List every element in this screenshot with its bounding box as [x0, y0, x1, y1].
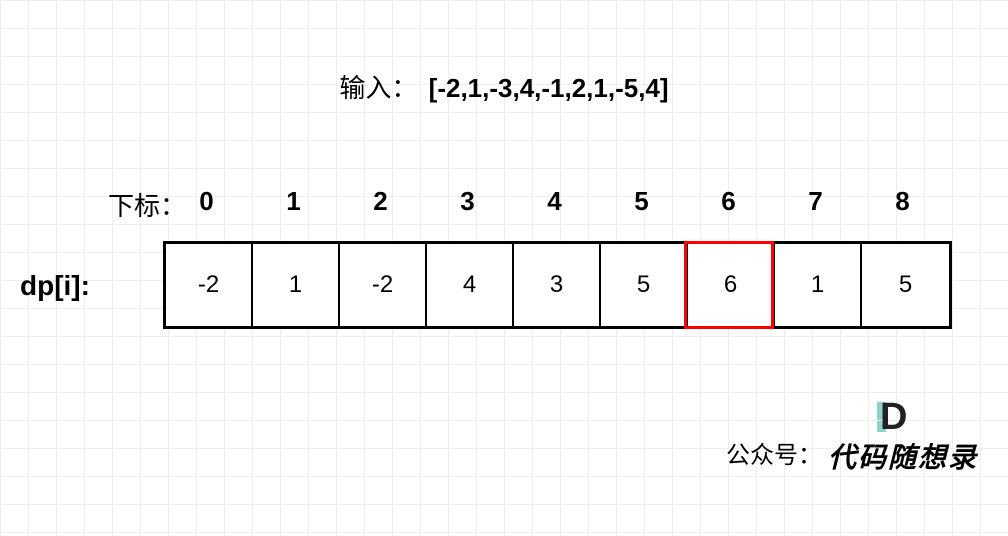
index-cell: 1	[250, 186, 337, 217]
dp-cell: 5	[601, 244, 688, 326]
dp-cell: 5	[862, 244, 949, 326]
index-row: 0 1 2 3 4 5 6 7 8	[163, 186, 946, 217]
diagram-content: 输入： [-2,1,-3,4,-1,2,1,-5,4] 下标： 0 1 2 3 …	[0, 0, 1008, 536]
dp-cell: 3	[514, 244, 601, 326]
index-cell: 7	[772, 186, 859, 217]
logo-icon: D	[880, 400, 907, 434]
dp-cell: 1	[253, 244, 340, 326]
input-array: [-2,1,-3,4,-1,2,1,-5,4]	[429, 73, 669, 103]
index-cell: 2	[337, 186, 424, 217]
dp-row: -2 1 -2 4 3 5 6 1 5	[163, 241, 952, 329]
index-cell: 0	[163, 186, 250, 217]
index-cell: 3	[424, 186, 511, 217]
input-line: 输入： [-2,1,-3,4,-1,2,1,-5,4]	[0, 68, 1008, 105]
index-cell: 6	[685, 186, 772, 217]
dp-cell: -2	[340, 244, 427, 326]
dp-label: dp[i]:	[20, 270, 90, 302]
dp-cell: 6	[688, 244, 775, 326]
index-cell: 5	[598, 186, 685, 217]
footer-brand: 代码随想录	[828, 443, 978, 474]
index-cell: 4	[511, 186, 598, 217]
footer: 公众号： D 代码随想录	[726, 436, 978, 476]
dp-cell: -2	[166, 244, 253, 326]
input-label: 输入：	[339, 73, 417, 103]
footer-label: 公众号：	[726, 435, 822, 470]
footer-brand-wrap: D 代码随想录	[828, 436, 978, 476]
dp-cell: 1	[775, 244, 862, 326]
dp-cell: 4	[427, 244, 514, 326]
index-cell: 8	[859, 186, 946, 217]
